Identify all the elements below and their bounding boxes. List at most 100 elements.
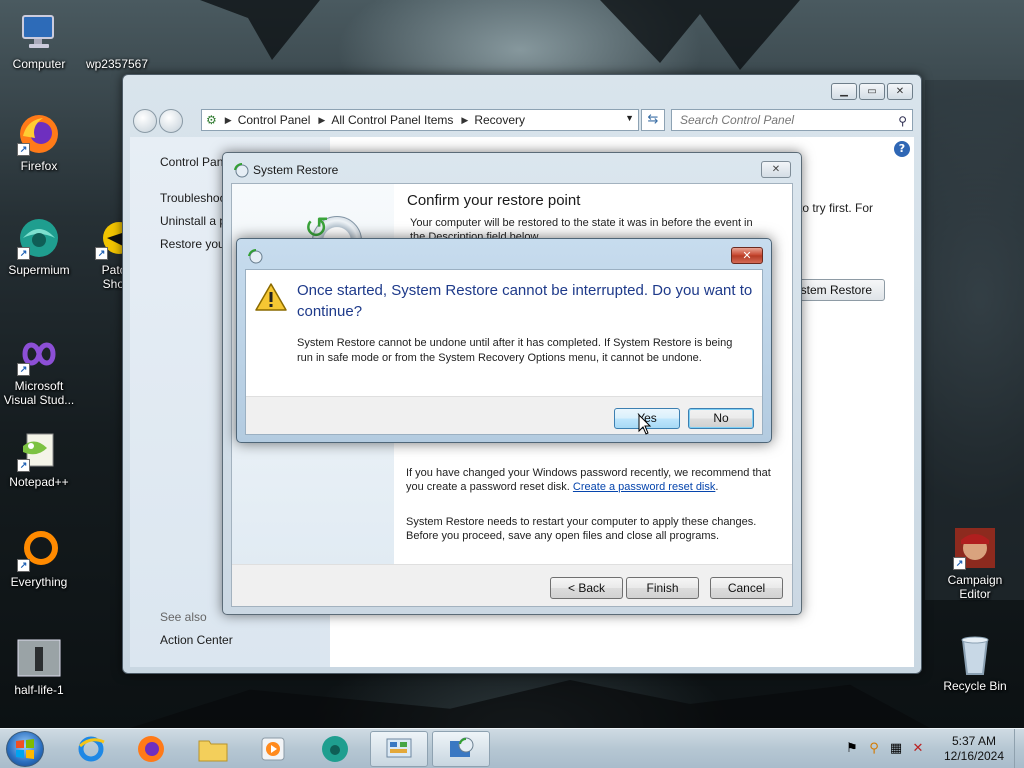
taskbar-firefox[interactable] — [122, 731, 180, 767]
taskbar-explorer[interactable] — [184, 731, 242, 767]
shortcut-arrow-icon: ↗ — [17, 363, 30, 376]
desktop-icon-supermium[interactable]: ↗ Supermium — [0, 216, 78, 277]
firefox-icon: ↗ — [17, 112, 61, 156]
desktop-icon-half-life[interactable]: half-life-1 — [0, 636, 78, 697]
search-placeholder: Search Control Panel — [680, 113, 795, 127]
internet-explorer-icon — [78, 736, 105, 762]
everything-icon: ↗ — [17, 528, 61, 572]
supermium-icon — [322, 736, 348, 762]
search-input[interactable]: Search Control Panel ⚲ — [671, 109, 913, 131]
close-button[interactable]: ✕ — [887, 83, 913, 100]
close-button[interactable]: ✕ — [731, 247, 763, 264]
back-button[interactable]: < Back — [550, 577, 623, 599]
confirm-dialog: ✕ Once started, System Restore cannot be… — [236, 238, 772, 443]
system-restore-icon — [248, 248, 263, 264]
desktop-icon-label: Everything — [10, 575, 68, 589]
dialog-content: Once started, System Restore cannot be i… — [245, 269, 763, 435]
show-desktop-button[interactable] — [1014, 729, 1024, 768]
maximize-button[interactable]: ▭ — [859, 83, 885, 100]
system-restore-icon — [234, 162, 249, 178]
control-panel-icon: ⚙ — [206, 113, 217, 127]
campaign-editor-icon: ↗ — [953, 526, 997, 570]
media-player-icon — [261, 737, 285, 761]
clock-time: 5:37 AM — [951, 734, 997, 748]
shortcut-arrow-icon: ↗ — [17, 459, 30, 472]
shortcut-arrow-icon: ↗ — [17, 559, 30, 572]
desktop-icon-wp2357567[interactable]: wp2357567 — [78, 10, 156, 71]
desktop-icon-label: Recycle Bin — [943, 679, 1007, 693]
desktop-icon-label: Notepad++ — [9, 475, 69, 489]
recovery-description-text: to try first. For — [799, 201, 874, 215]
sidebar-link-restore[interactable]: Restore you — [160, 237, 225, 251]
warning-icon — [255, 283, 287, 311]
taskbar: ⚑ ⚲ ▦ ✕ 5:37 AM 12/16/2024 — [0, 728, 1024, 768]
help-icon[interactable]: ? — [894, 141, 910, 157]
wizard-heading: Confirm your restore point — [407, 192, 581, 209]
shortcut-arrow-icon: ↗ — [953, 557, 966, 570]
taskbar-system-restore[interactable] — [432, 731, 490, 767]
forward-button[interactable] — [159, 109, 183, 133]
sidebar-link-action-center[interactable]: Action Center — [160, 633, 233, 647]
dialog-content-text: System Restore cannot be undone until af… — [297, 337, 733, 364]
recycle-bin-icon — [953, 632, 997, 676]
dialog-footer: Yes No — [246, 396, 762, 434]
window-title: System Restore — [253, 163, 339, 177]
desktop-icon-label: Supermium — [8, 263, 70, 277]
minimize-button[interactable]: ▁ — [831, 83, 857, 100]
password-note-end: . — [715, 481, 719, 493]
search-indexing-icon[interactable]: ⚲ — [866, 741, 882, 757]
taskbar-media-player[interactable] — [244, 731, 302, 767]
firefox-icon — [138, 736, 164, 762]
shortcut-arrow-icon: ↗ — [17, 143, 30, 156]
see-also-heading: See also — [160, 610, 207, 624]
desktop-icon-everything[interactable]: ↗ Everything — [0, 528, 78, 589]
start-button[interactable] — [6, 731, 44, 767]
action-center-flag-icon[interactable]: ⚑ — [844, 741, 860, 757]
address-bar[interactable]: ⚙ ▶ Control Panel ▶ All Control Panel It… — [201, 109, 639, 131]
desktop-icon-visual-studio[interactable]: ↗ Microsoft Visual Stud... — [0, 332, 78, 407]
back-button[interactable] — [133, 109, 157, 133]
folder-icon — [198, 740, 228, 762]
sidebar-link-troubleshooting[interactable]: Troubleshoo — [160, 191, 226, 205]
desktop-icon-computer[interactable]: Computer — [0, 10, 78, 71]
chevron-down-icon[interactable]: ▼ — [625, 113, 634, 123]
desktop-icon-firefox[interactable]: ↗ Firefox — [0, 112, 78, 173]
clock-date: 12/16/2024 — [943, 749, 1005, 763]
restart-note: System Restore needs to restart your com… — [406, 516, 757, 542]
desktop-icon-campaign-editor[interactable]: ↗ Campaign Editor — [936, 526, 1014, 601]
desktop-icon-label: Microsoft Visual Stud... — [3, 379, 75, 407]
windows-logo-icon — [16, 739, 34, 759]
taskbar-control-panel[interactable] — [370, 731, 428, 767]
system-clock[interactable]: 5:37 AM 12/16/2024 — [934, 734, 1014, 764]
desktop-icon-notepadpp[interactable]: ↗ Notepad++ — [0, 428, 78, 489]
no-button[interactable]: No — [688, 408, 754, 429]
desktop-icon-recycle-bin[interactable]: Recycle Bin — [936, 632, 1014, 693]
navigation-buttons — [133, 109, 183, 133]
close-button[interactable]: ✕ — [761, 161, 791, 178]
computer-icon — [17, 10, 61, 54]
notepadpp-icon: ↗ — [17, 428, 61, 472]
sidebar-link-uninstall[interactable]: Uninstall a p — [160, 214, 226, 228]
breadcrumb-all-items[interactable]: All Control Panel Items — [331, 113, 453, 127]
image-file-icon — [95, 10, 139, 54]
breadcrumb-recovery[interactable]: Recovery — [474, 113, 525, 127]
desktop-icon-label: Firefox — [20, 159, 58, 173]
refresh-button[interactable]: ⇆ — [641, 109, 665, 131]
shortcut-arrow-icon: ↗ — [95, 247, 108, 260]
volume-muted-icon[interactable]: ✕ — [910, 741, 926, 757]
image-thumbnail-icon — [17, 636, 61, 680]
shortcut-arrow-icon: ↗ — [17, 247, 30, 260]
cancel-button[interactable]: Cancel — [710, 577, 783, 599]
search-icon[interactable]: ⚲ — [898, 111, 907, 131]
taskbar-supermium[interactable] — [306, 731, 364, 767]
create-password-reset-disk-link[interactable]: Create a password reset disk — [573, 481, 715, 493]
taskbar-internet-explorer[interactable] — [62, 731, 120, 767]
breadcrumb-separator-icon: ▶ — [461, 114, 469, 125]
main-instruction: Once started, System Restore cannot be i… — [297, 282, 753, 320]
network-icon[interactable]: ▦ — [888, 741, 904, 757]
breadcrumb-separator-icon: ▶ — [224, 114, 232, 125]
breadcrumb-separator-icon: ▶ — [318, 114, 326, 125]
finish-button[interactable]: Finish — [626, 577, 699, 599]
breadcrumb-control-panel[interactable]: Control Panel — [238, 113, 311, 127]
sidebar-link-control-panel-home[interactable]: Control Pan — [160, 155, 223, 169]
